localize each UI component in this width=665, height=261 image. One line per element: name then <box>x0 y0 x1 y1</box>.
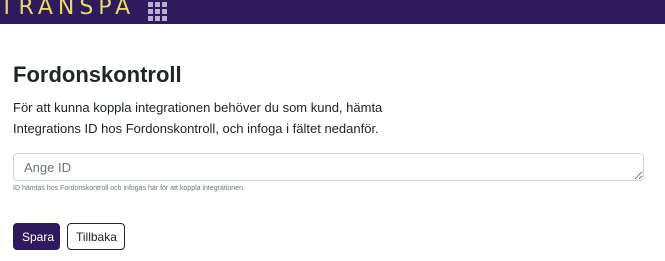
grid-icon[interactable] <box>148 2 167 21</box>
id-help-text: ID hämtas hos Fordonskontroll och infoga… <box>13 185 245 192</box>
integration-id-input[interactable] <box>13 153 644 181</box>
back-button[interactable]: Tillbaka <box>67 223 125 250</box>
page-description: För att kunna koppla integrationen behöv… <box>13 100 383 136</box>
save-button[interactable]: Spara <box>13 223 60 250</box>
top-navbar: TRANSPA <box>0 0 665 24</box>
brand-logo[interactable]: TRANSPA <box>0 0 135 21</box>
page-title: Fordonskontroll <box>13 62 182 87</box>
